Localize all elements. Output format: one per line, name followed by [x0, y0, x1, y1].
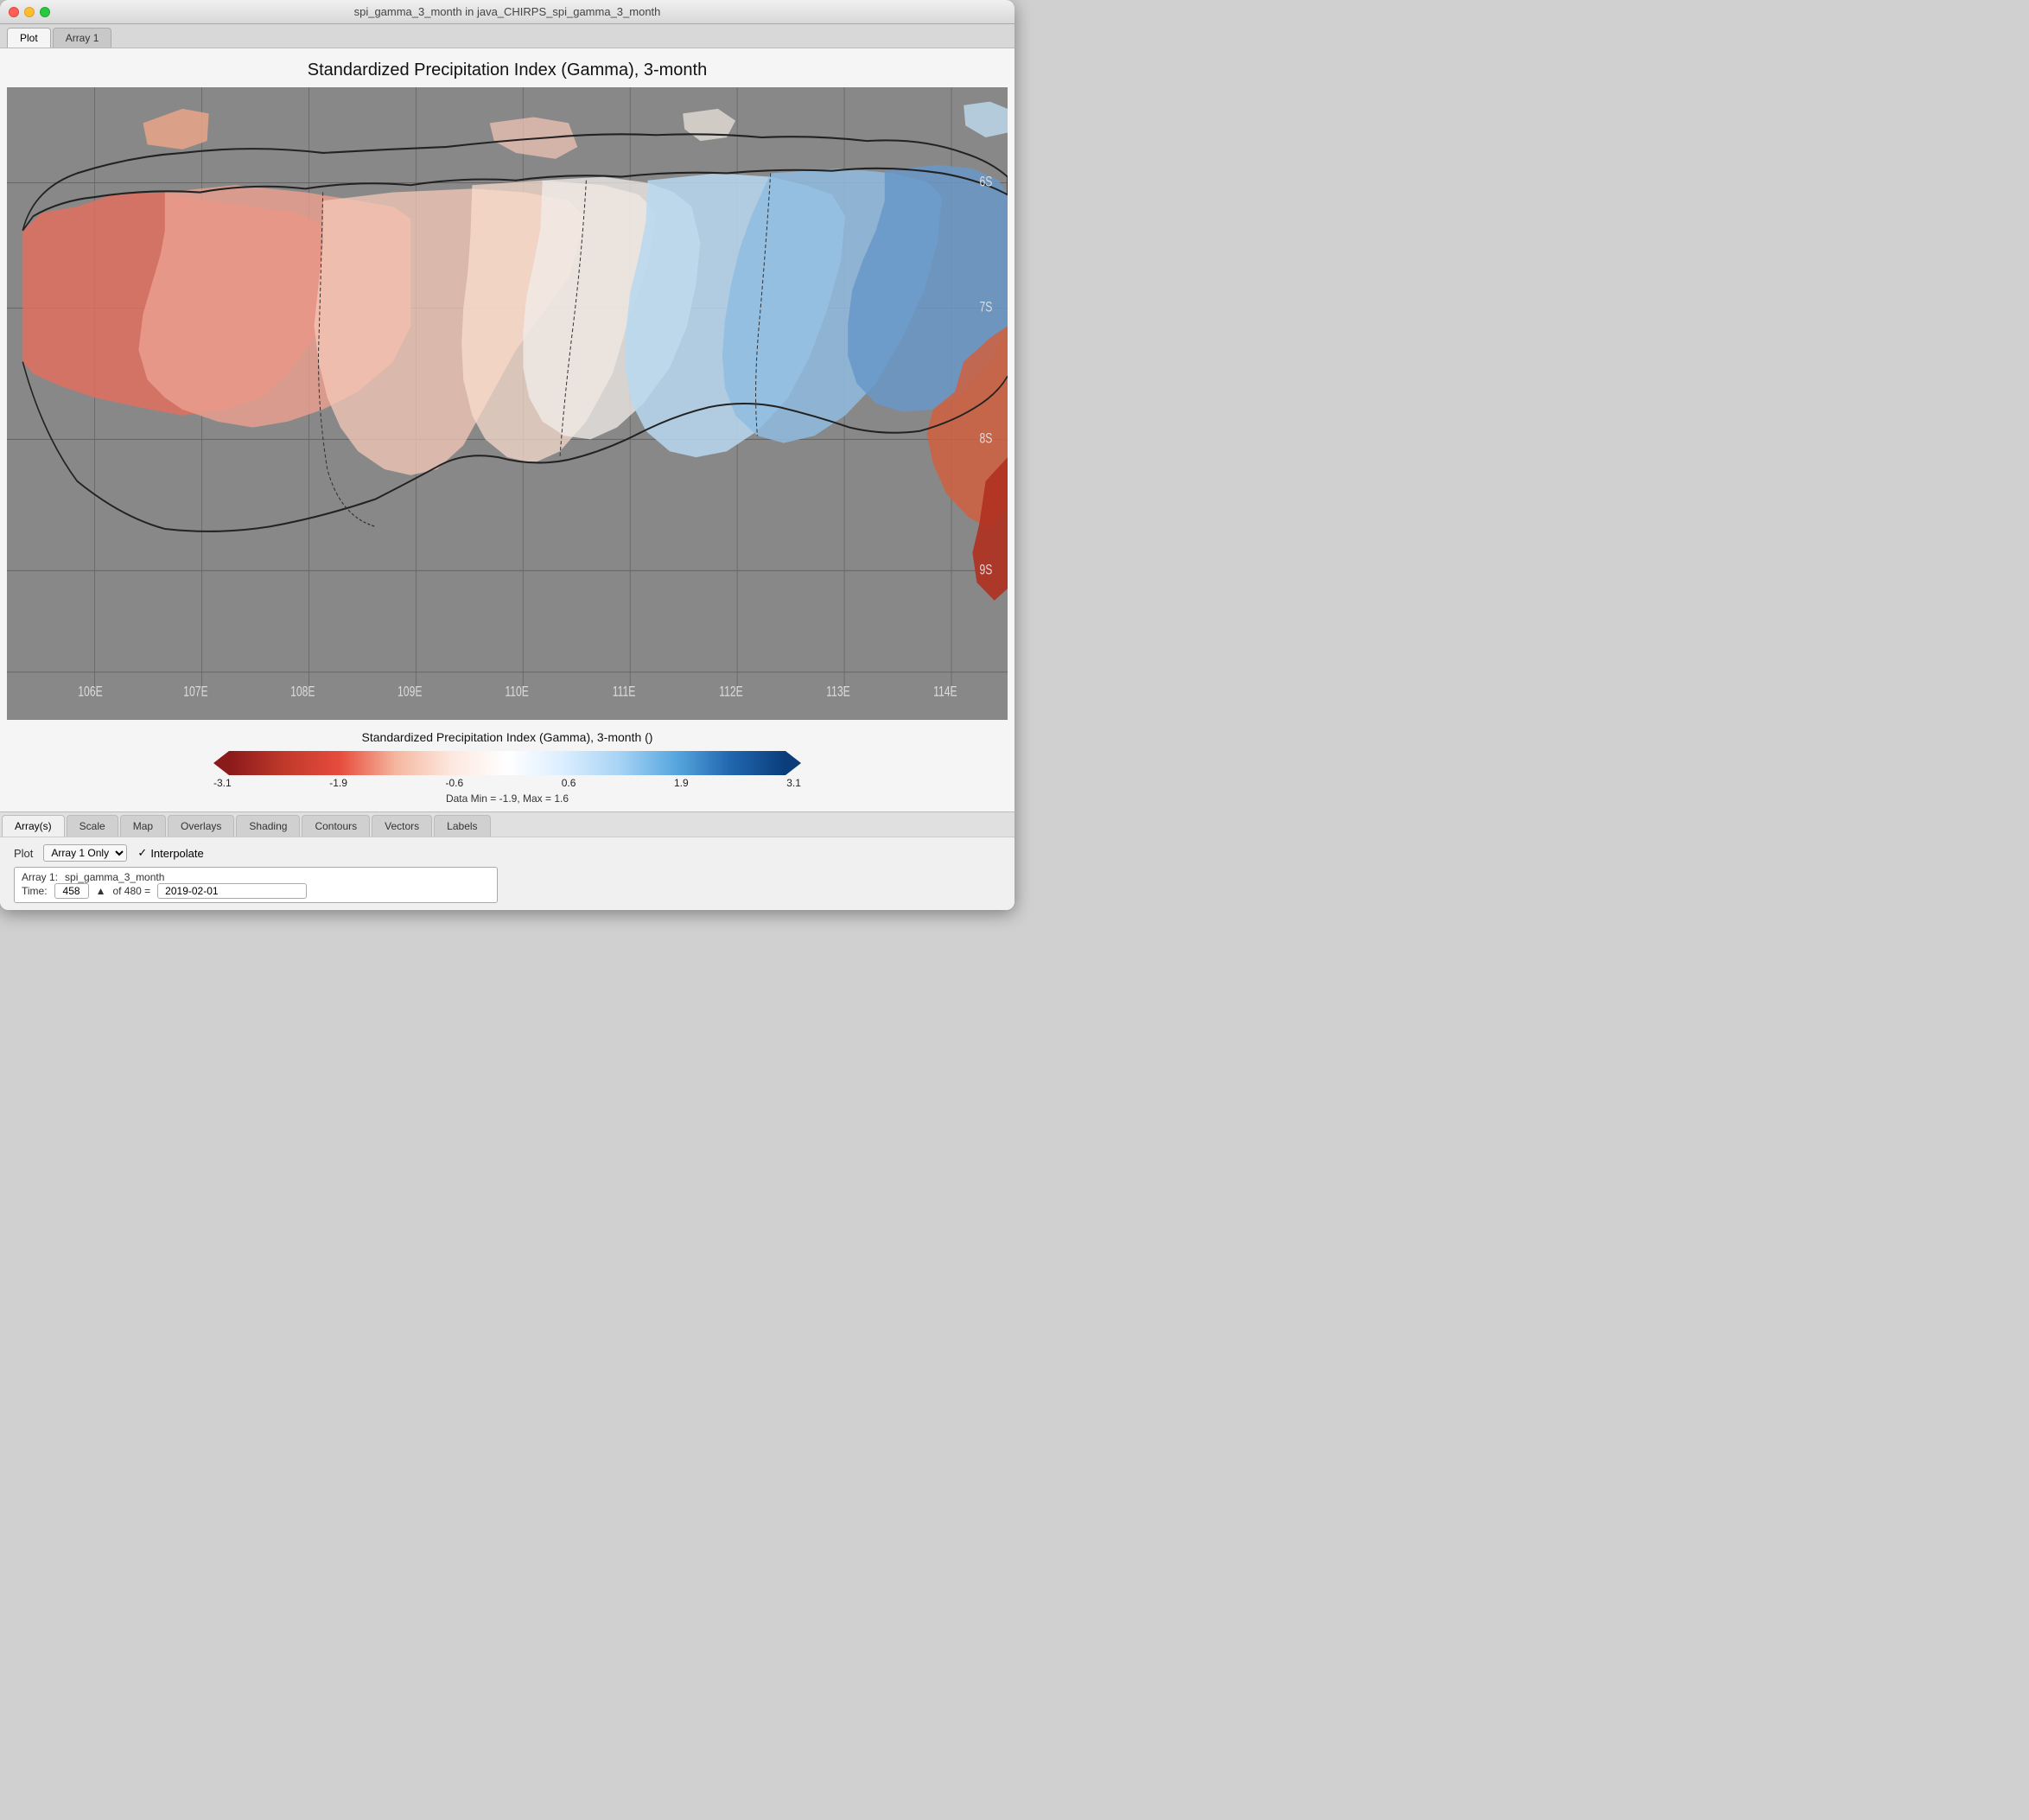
svg-text:113E: 113E — [826, 684, 850, 700]
legend-arrow-right — [786, 751, 801, 775]
plot-select[interactable]: Array 1 Only — [43, 844, 127, 862]
svg-text:7S: 7S — [979, 300, 992, 315]
time-of: of 480 = — [112, 885, 150, 897]
time-row: Time: ▲ of 480 = — [22, 883, 490, 899]
main-content: Standardized Precipitation Index (Gamma)… — [0, 48, 1014, 910]
bottom-tab-scale[interactable]: Scale — [67, 815, 118, 837]
svg-text:111E: 111E — [613, 684, 636, 700]
svg-text:109E: 109E — [398, 684, 423, 700]
svg-text:6S: 6S — [979, 175, 992, 190]
time-date-input[interactable] — [157, 883, 307, 899]
array-info-box: Array 1: spi_gamma_3_month Time: ▲ of 48… — [14, 867, 498, 903]
interpolate-check: ✓ Interpolate — [137, 846, 203, 860]
time-label: Time: — [22, 885, 48, 897]
legend-arrow-left — [213, 751, 229, 775]
map-container: 6S 7S 8S 9S 106E 107E 108E 109E 110E 111… — [7, 87, 1008, 720]
main-window: spi_gamma_3_month in java_CHIRPS_spi_gam… — [0, 0, 1014, 910]
legend-bar — [229, 751, 786, 775]
traffic-lights — [9, 7, 50, 17]
svg-text:107E: 107E — [183, 684, 208, 700]
legend-tick-5: 1.9 — [674, 777, 689, 789]
chart-title: Standardized Precipitation Index (Gamma)… — [0, 48, 1014, 87]
minimize-button[interactable] — [24, 7, 35, 17]
bottom-tab-labels[interactable]: Labels — [434, 815, 490, 837]
title-bar: spi_gamma_3_month in java_CHIRPS_spi_gam… — [0, 0, 1014, 24]
bottom-tab-map[interactable]: Map — [120, 815, 166, 837]
checkmark-icon: ✓ — [137, 846, 147, 860]
array-label: Array 1: — [22, 871, 58, 883]
bottom-tab-arrays[interactable]: Array(s) — [2, 815, 65, 837]
window-title: spi_gamma_3_month in java_CHIRPS_spi_gam… — [354, 5, 661, 18]
svg-text:8S: 8S — [979, 431, 992, 447]
array-info-row: Array 1: spi_gamma_3_month — [22, 871, 490, 883]
controls-area: Plot Array 1 Only ✓ Interpolate Array 1:… — [0, 837, 1014, 910]
bottom-tab-vectors[interactable]: Vectors — [372, 815, 432, 837]
legend-tick-3: -0.6 — [446, 777, 464, 789]
legend-area: Standardized Precipitation Index (Gamma)… — [0, 720, 1014, 811]
svg-text:9S: 9S — [979, 563, 992, 578]
map-svg: 6S 7S 8S 9S 106E 107E 108E 109E 110E 111… — [7, 87, 1008, 720]
top-tab-bar: Plot Array 1 — [0, 24, 1014, 48]
bottom-tab-overlays[interactable]: Overlays — [168, 815, 234, 837]
bottom-tabs: Array(s) Scale Map Overlays Shading Cont… — [0, 811, 1014, 837]
legend-bar-container — [213, 751, 801, 775]
svg-text:108E: 108E — [290, 684, 315, 700]
svg-text:106E: 106E — [78, 684, 103, 700]
array-value: spi_gamma_3_month — [65, 871, 164, 883]
legend-title: Standardized Precipitation Index (Gamma)… — [362, 730, 653, 744]
svg-text:112E: 112E — [719, 684, 743, 700]
bottom-tab-contours[interactable]: Contours — [302, 815, 370, 837]
interpolate-label: Interpolate — [150, 847, 203, 860]
svg-text:114E: 114E — [933, 684, 957, 700]
time-stepper-up[interactable]: ▲ — [96, 885, 106, 897]
legend-ticks: -3.1 -1.9 -0.6 0.6 1.9 3.1 — [213, 775, 801, 791]
legend-data-info: Data Min = -1.9, Max = 1.6 — [446, 792, 569, 805]
time-input[interactable] — [54, 883, 89, 899]
legend-tick-1: -3.1 — [213, 777, 232, 789]
legend-tick-4: 0.6 — [562, 777, 576, 789]
plot-label: Plot — [14, 847, 33, 860]
svg-text:110E: 110E — [505, 684, 529, 700]
plot-controls-row: Plot Array 1 Only ✓ Interpolate — [14, 844, 1001, 862]
tab-plot[interactable]: Plot — [7, 28, 51, 48]
legend-tick-6: 3.1 — [786, 777, 801, 789]
legend-tick-2: -1.9 — [329, 777, 347, 789]
close-button[interactable] — [9, 7, 19, 17]
maximize-button[interactable] — [40, 7, 50, 17]
bottom-tab-shading[interactable]: Shading — [236, 815, 300, 837]
tab-array1[interactable]: Array 1 — [53, 28, 112, 48]
